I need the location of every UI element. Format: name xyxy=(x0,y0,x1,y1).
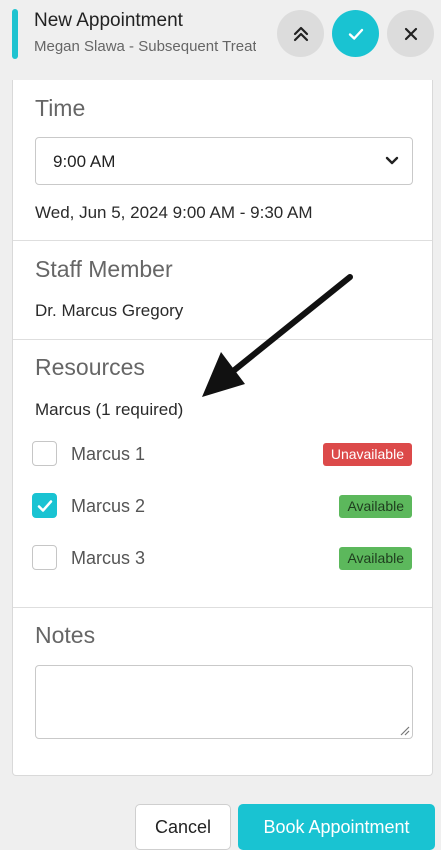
resize-grip-icon[interactable] xyxy=(398,724,410,736)
collapse-button[interactable] xyxy=(277,10,324,57)
staff-member-name: Dr. Marcus Gregory xyxy=(35,301,184,320)
double-chevron-up-icon xyxy=(293,26,308,41)
page-title: New Appointment xyxy=(34,10,183,31)
divider xyxy=(13,607,432,608)
check-icon xyxy=(37,499,52,512)
status-badge: Unavailable xyxy=(322,443,412,466)
resource-label: Marcus 3 xyxy=(71,548,146,568)
book-appointment-button[interactable]: Book Appointment xyxy=(238,804,435,850)
resource-group-label: Marcus (1 required) xyxy=(35,400,184,419)
chevron-down-icon xyxy=(385,156,399,165)
resource-row[interactable]: Marcus 3 Available xyxy=(13,538,432,578)
status-badge: Available xyxy=(339,547,412,570)
resources-section-title: Resources xyxy=(35,354,145,380)
staff-section-title: Staff Member xyxy=(35,256,173,282)
resource-checkbox[interactable] xyxy=(32,545,57,570)
confirm-button[interactable] xyxy=(332,10,379,57)
accent-bar xyxy=(12,9,18,59)
resource-label: Marcus 1 xyxy=(71,444,146,464)
notes-textarea[interactable] xyxy=(35,665,413,739)
resource-checkbox[interactable] xyxy=(32,441,57,466)
time-select[interactable]: 9:00 AM xyxy=(35,137,413,185)
resource-row[interactable]: Marcus 2 Available xyxy=(13,486,432,526)
resource-checkbox[interactable] xyxy=(32,493,57,518)
resource-row[interactable]: Marcus 1 Unavailable xyxy=(13,434,432,474)
status-badge: Available xyxy=(339,495,412,518)
appointment-header: New Appointment Megan Slawa - Subsequent… xyxy=(0,0,441,70)
close-button[interactable] xyxy=(387,10,434,57)
time-select-value: 9:00 AM xyxy=(53,152,116,171)
time-section-title: Time xyxy=(35,95,86,121)
divider xyxy=(13,339,432,340)
notes-section-title: Notes xyxy=(35,622,96,648)
resource-label: Marcus 2 xyxy=(71,496,146,516)
check-icon xyxy=(348,28,363,40)
divider xyxy=(13,240,432,241)
appointment-form-card: Time 9:00 AM Wed, Jun 5, 2024 9:00 AM - … xyxy=(12,80,433,776)
appointment-subtitle: Megan Slawa - Subsequent Treatment xyxy=(34,38,256,55)
time-summary: Wed, Jun 5, 2024 9:00 AM - 9:30 AM xyxy=(35,203,313,222)
close-icon xyxy=(404,27,417,40)
cancel-button[interactable]: Cancel xyxy=(135,804,231,850)
